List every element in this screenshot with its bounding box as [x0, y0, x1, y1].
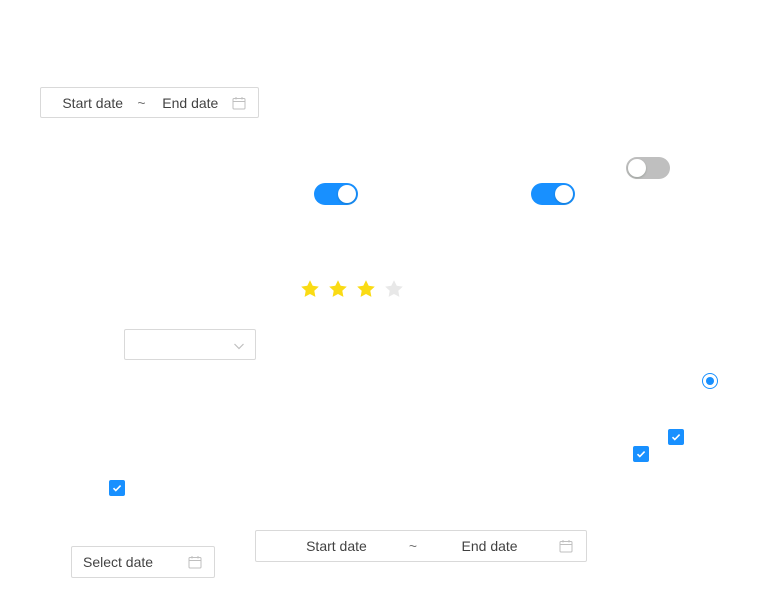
toggle-switch-on-2[interactable] [531, 183, 575, 205]
date-picker[interactable]: Select date [71, 546, 215, 578]
radio-dot [706, 377, 714, 385]
checkbox-3[interactable] [109, 480, 125, 496]
star-rating[interactable] [300, 279, 404, 299]
calendar-icon [187, 554, 203, 570]
switch-knob [555, 185, 573, 203]
range-separator: ~ [137, 94, 146, 111]
check-icon [671, 434, 681, 441]
range-start-input[interactable]: Start date [268, 538, 405, 554]
calendar-icon [231, 95, 247, 111]
date-input[interactable]: Select date [83, 554, 153, 570]
star-icon[interactable] [300, 279, 320, 299]
checkbox-2[interactable] [633, 446, 649, 462]
range-start-input[interactable]: Start date [52, 95, 133, 111]
radio-button[interactable] [702, 373, 718, 389]
range-separator: ~ [408, 538, 418, 554]
check-icon [112, 485, 122, 492]
calendar-icon [558, 538, 574, 554]
checkbox-1[interactable] [668, 429, 684, 445]
star-icon[interactable] [384, 279, 404, 299]
chevron-down-icon [233, 339, 245, 357]
check-icon [636, 451, 646, 458]
toggle-switch-on-1[interactable] [314, 183, 358, 205]
select-dropdown[interactable] [124, 329, 256, 360]
switch-knob [628, 159, 646, 177]
switch-knob [338, 185, 356, 203]
range-end-input[interactable]: End date [150, 95, 231, 111]
date-range-picker-top[interactable]: Start date ~ End date [40, 87, 259, 118]
date-range-picker-bottom[interactable]: Start date ~ End date [255, 530, 587, 562]
range-end-input[interactable]: End date [421, 538, 558, 554]
toggle-switch-off[interactable] [626, 157, 670, 179]
star-icon[interactable] [328, 279, 348, 299]
star-icon[interactable] [356, 279, 376, 299]
